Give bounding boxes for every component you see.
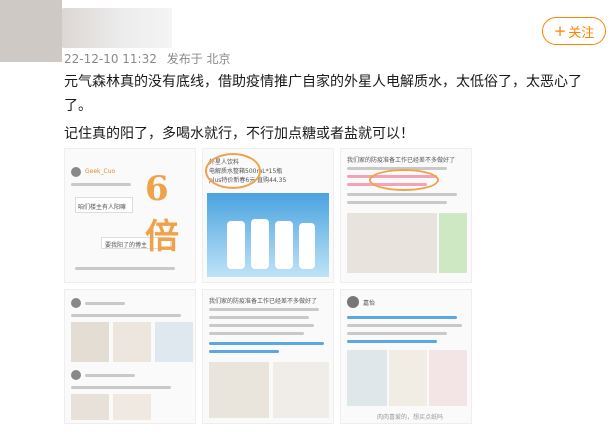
tile-footer: 肉肉喜爱的，想买点纸吗 (377, 414, 444, 421)
image-tile-6[interactable]: 嘉怡 肉肉喜爱的，想买点纸吗 (340, 289, 472, 424)
image-tile-5[interactable]: 我们家的防疫准备工作已经差不多做好了 (202, 289, 334, 424)
user-avatar (347, 296, 359, 308)
photo (439, 213, 467, 273)
user-avatar (71, 298, 81, 308)
tile-lead: 我们家的防疫准备工作已经差不多做好了 (209, 298, 318, 305)
photo (273, 362, 329, 418)
avatar[interactable] (0, 0, 62, 62)
photo (389, 350, 427, 406)
photo (155, 322, 193, 362)
photo (71, 394, 109, 420)
image-tile-1[interactable]: Geek_Cuo 咱们楼主有人阳嘛 要我阳了的博主 6倍 (64, 148, 196, 283)
annotation-six-times: 6倍 (145, 169, 179, 257)
tile-lead: 我们家的防疫准备工作已经差不多做好了 (347, 157, 456, 164)
follow-label: 关注 (568, 25, 595, 41)
image-tile-3[interactable]: 我们家的防疫准备工作已经差不多做好了 (340, 148, 472, 283)
bottle-icon (227, 221, 245, 269)
post-timestamp[interactable]: 22-12-10 11:32 (64, 52, 157, 66)
bottle-icon (299, 223, 315, 269)
bubble-text-1: 咱们楼主有人阳嘛 (78, 204, 127, 211)
bottle-icon (275, 221, 293, 269)
user-avatar (71, 167, 81, 177)
photo (347, 213, 437, 273)
bubble-text-2: 要我阳了的博主 (105, 242, 148, 249)
photo (429, 350, 467, 406)
image-grid: Geek_Cuo 咱们楼主有人阳嘛 要我阳了的博主 6倍 外星人饮料 电解质水整… (64, 148, 474, 428)
post-paragraph-1: 元气森林真的没有底线，借助疫情推广自家的外星人电解质水，太低俗了，太恶心了了。 (64, 74, 582, 114)
photo (113, 394, 151, 420)
follow-button[interactable]: + 关注 (542, 17, 606, 45)
image-tile-2[interactable]: 外星人饮料 电解质水整箱500mL*15瓶 plus特价新春6元 直购44.35 (202, 148, 334, 283)
tile-username: Geek_Cuo (85, 168, 116, 175)
username-blurred[interactable] (62, 8, 172, 48)
user-avatar (71, 370, 81, 380)
photo (113, 322, 151, 362)
bottle-icon (251, 219, 269, 269)
tile-username: 嘉怡 (363, 300, 376, 307)
image-tile-4[interactable] (64, 289, 196, 424)
post-body: 元气森林真的没有底线，借助疫情推广自家的外星人电解质水，太低俗了，太恶心了了。 … (64, 70, 604, 146)
plus-icon: + (553, 22, 567, 40)
photo (347, 350, 387, 406)
annotation-circle (369, 169, 439, 191)
photo (71, 322, 109, 362)
post-source: 发布于 北京 (166, 52, 231, 66)
post-paragraph-2: 记住真的阳了，多喝水就行，不行加点糖或者盐就可以！ (64, 126, 414, 142)
photo (209, 362, 269, 418)
annotation-circle (205, 153, 261, 189)
post-meta: 22-12-10 11:32 发布于 北京 (64, 50, 237, 67)
